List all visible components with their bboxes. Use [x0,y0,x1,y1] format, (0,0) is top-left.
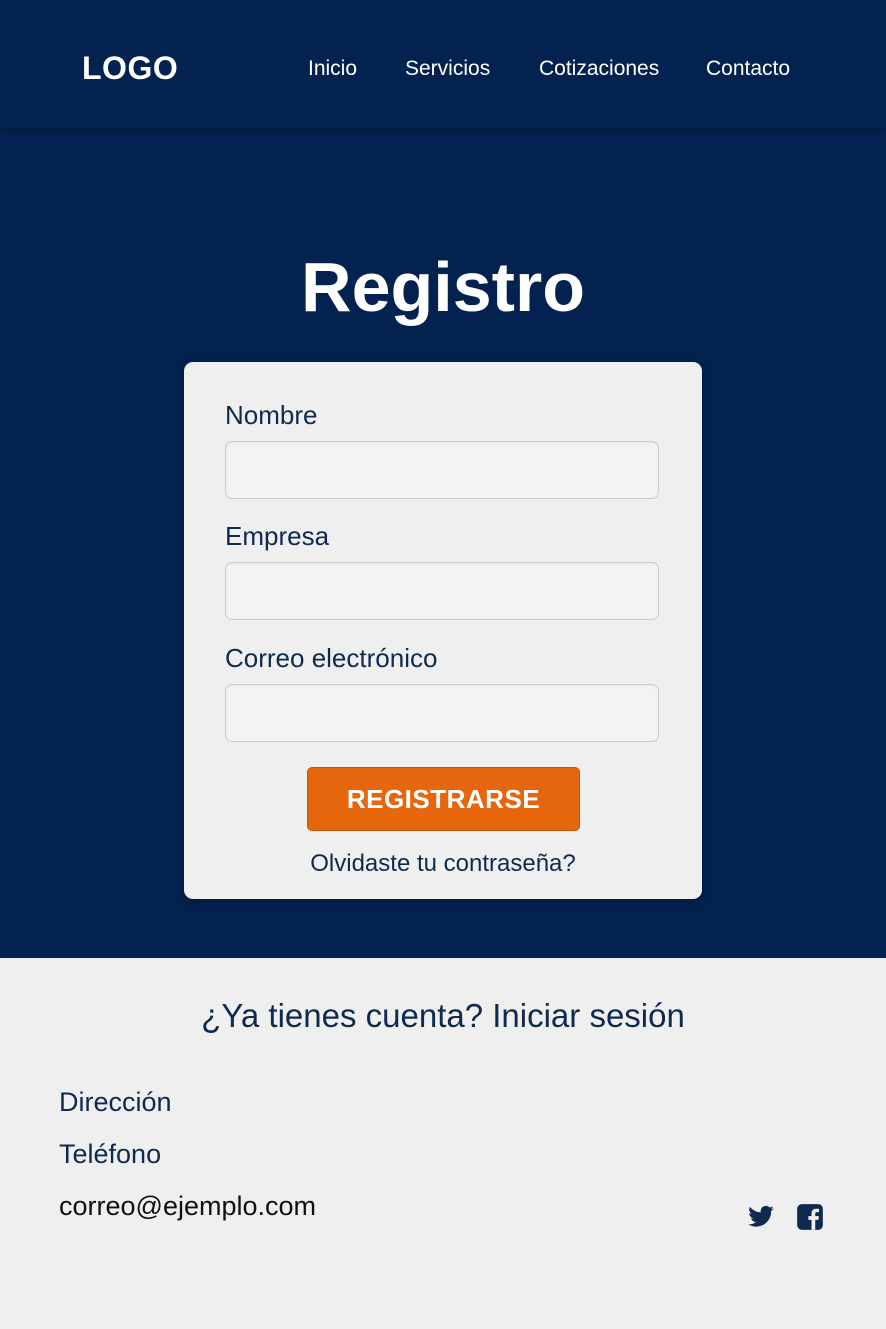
site-header: LOGO Inicio Servicios Cotizaciones Conta… [0,0,886,128]
company-label: Empresa [225,521,330,551]
register-button[interactable]: REGISTRARSE [307,767,580,831]
email-text[interactable]: correo@ejemplo.com [59,1190,316,1222]
nav-link-cotizaciones[interactable]: Cotizaciones [539,57,659,81]
main-nav: Inicio Servicios Cotizaciones Contacto [0,57,886,87]
company-input[interactable] [225,562,659,620]
facebook-icon[interactable] [796,1203,824,1231]
nav-link-inicio[interactable]: Inicio [308,57,357,81]
hero-section: Registro Nombre Empresa Correo electróni… [0,128,886,958]
registration-card: Nombre Empresa Correo electrónico REGIST… [184,362,702,899]
nav-link-contacto[interactable]: Contacto [706,57,790,81]
page-title: Registro [301,248,585,326]
nav-link-servicios[interactable]: Servicios [405,57,490,81]
site-footer: ¿Ya tienes cuenta? Iniciar sesión Direcc… [0,958,886,1329]
twitter-icon[interactable] [747,1203,775,1231]
name-input[interactable] [225,441,659,499]
name-label: Nombre [225,400,318,430]
email-label: Correo electrónico [225,643,438,673]
phone-text: Teléfono [59,1139,162,1169]
forgot-password-link[interactable]: Olvidaste tu contraseña? [184,849,702,879]
address-text: Dirección [59,1087,172,1117]
email-input[interactable] [225,684,659,742]
login-prompt-link[interactable]: ¿Ya tienes cuenta? Iniciar sesión [0,996,886,1036]
